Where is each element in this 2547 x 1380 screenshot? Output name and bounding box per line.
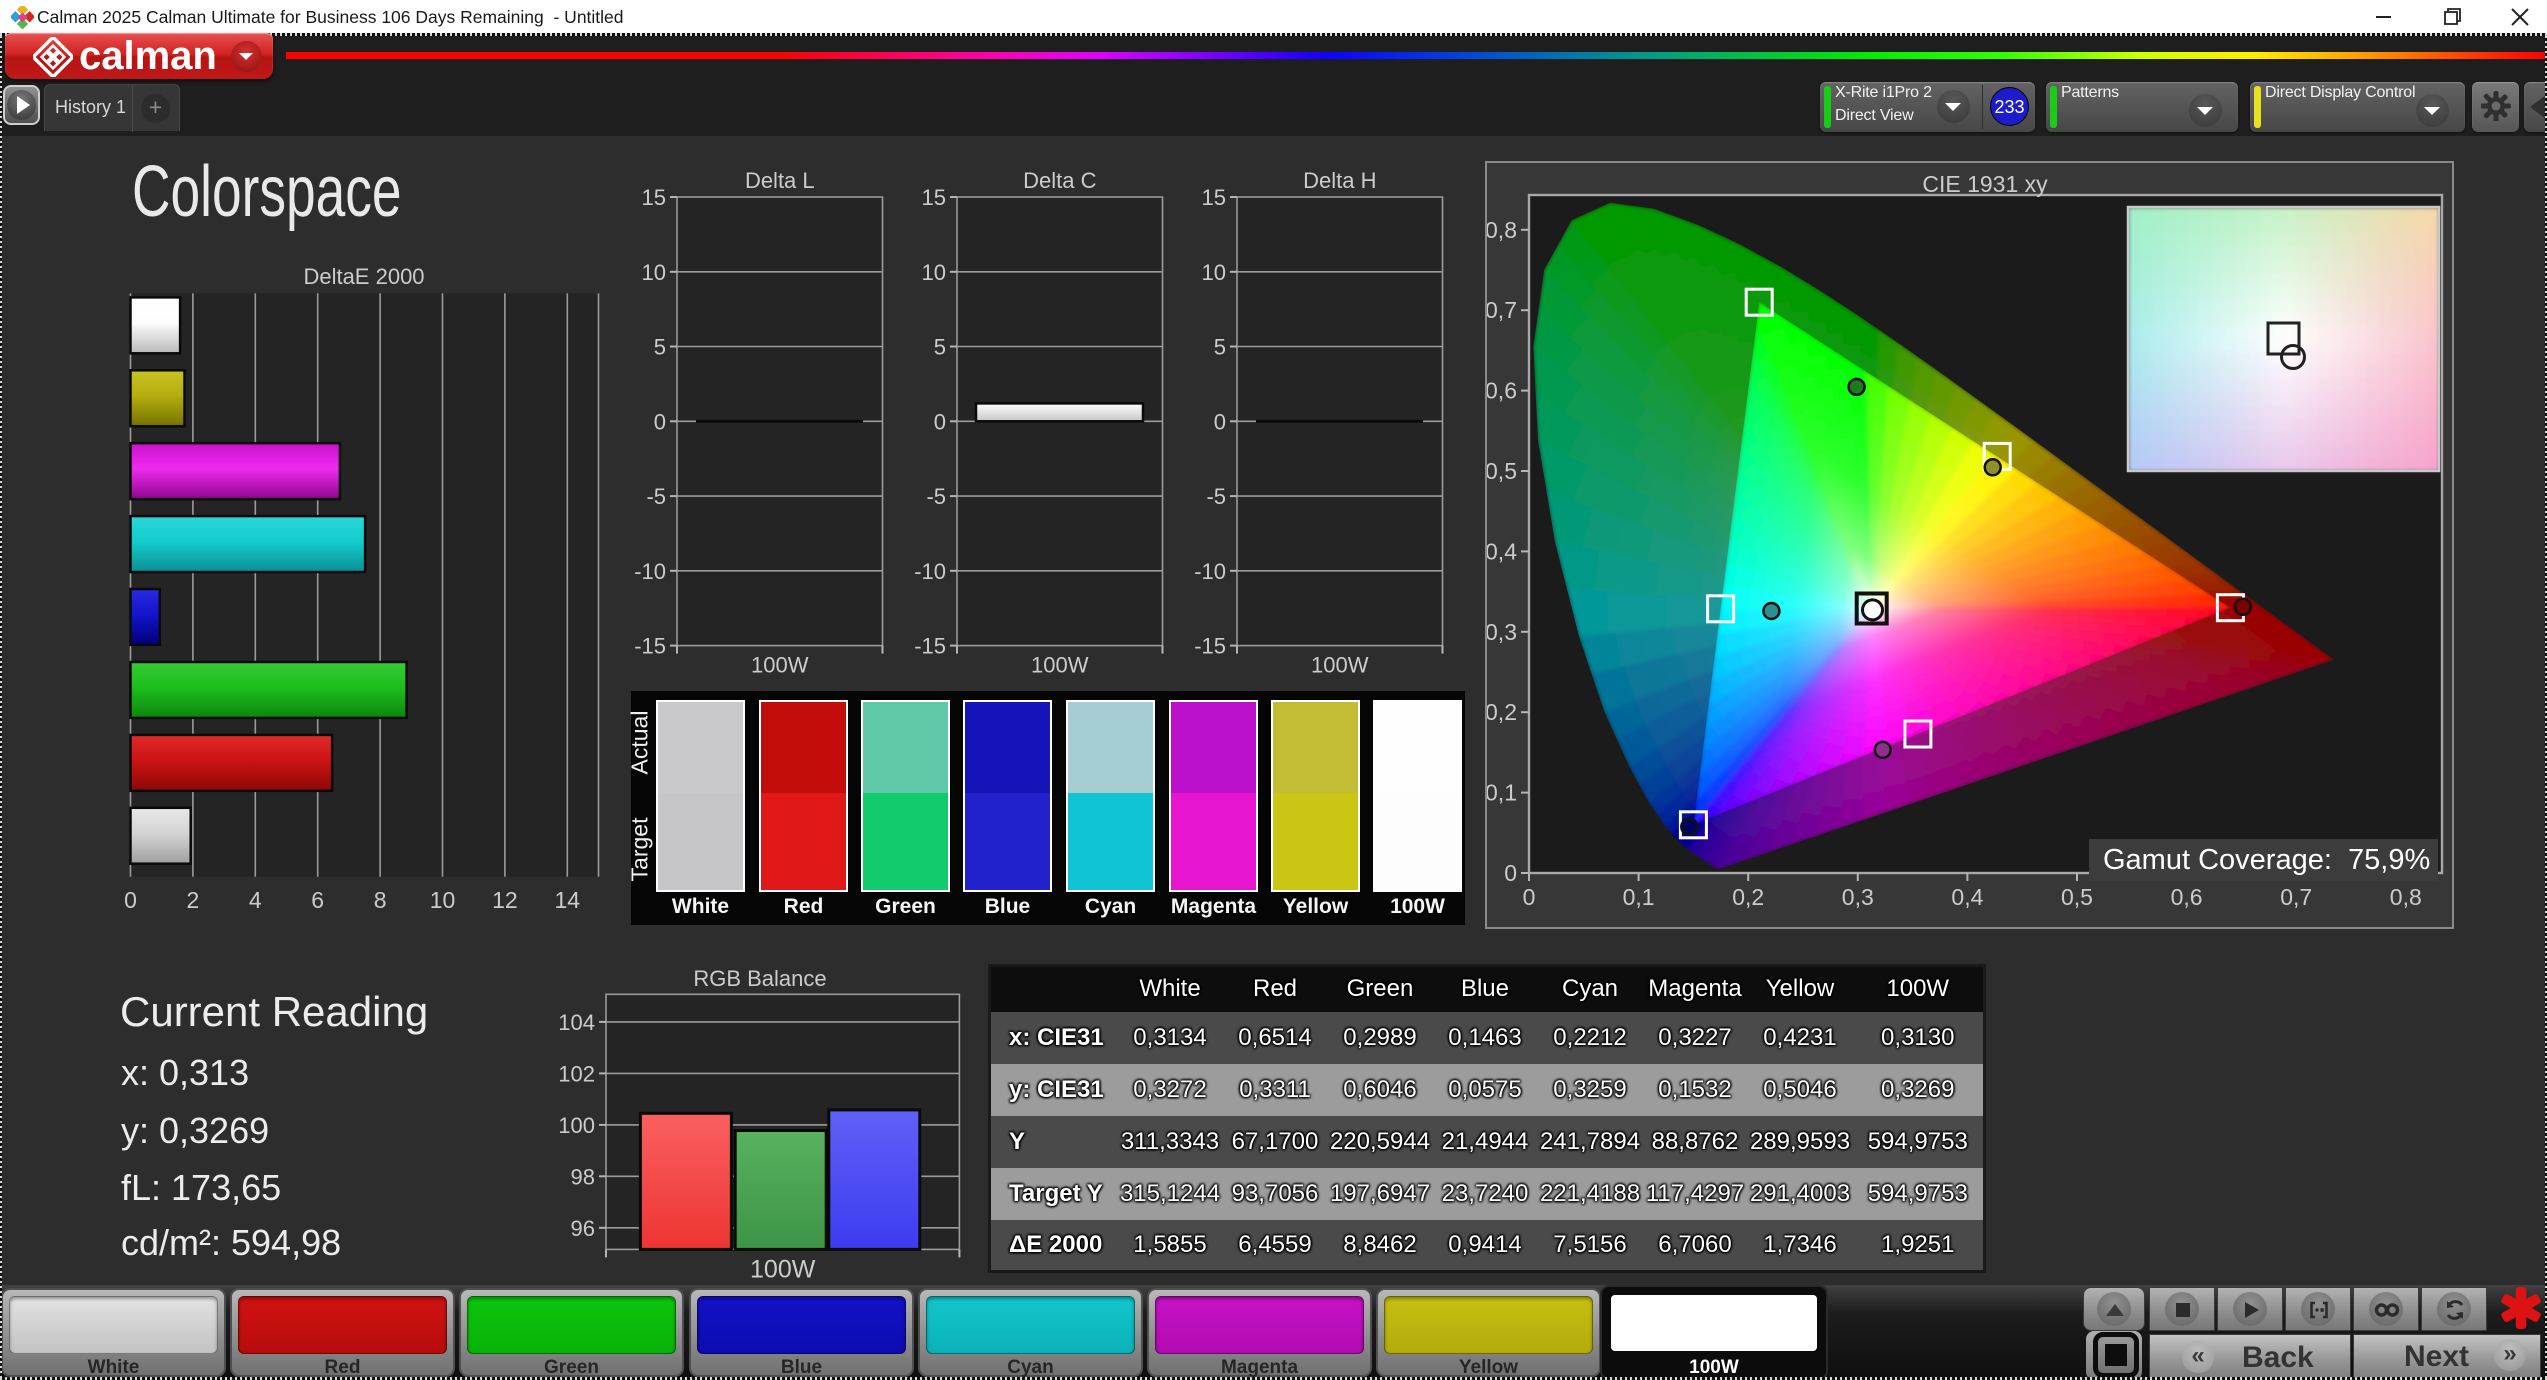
svg-text:4: 4 — [249, 887, 262, 913]
svg-text:15: 15 — [642, 185, 666, 210]
svg-text:-10: -10 — [1194, 559, 1226, 584]
svg-text:0,5: 0,5 — [1487, 458, 1517, 484]
svg-text:0: 0 — [654, 409, 666, 434]
svg-text:100: 100 — [560, 1113, 595, 1138]
svg-text:DeltaE 2000: DeltaE 2000 — [303, 264, 424, 289]
svg-text:0,4: 0,4 — [1487, 538, 1517, 564]
svg-text:2: 2 — [187, 887, 200, 913]
svg-text:-15: -15 — [1194, 634, 1226, 659]
svg-text:100W: 100W — [1031, 653, 1089, 678]
svg-text:0: 0 — [1504, 860, 1517, 886]
svg-text:100W: 100W — [751, 653, 809, 678]
svg-text:Delta C: Delta C — [1023, 168, 1096, 193]
svg-text:0,8: 0,8 — [2390, 884, 2422, 910]
svg-text:0,8: 0,8 — [1487, 217, 1517, 243]
svg-text:5: 5 — [934, 335, 946, 360]
svg-text:0: 0 — [124, 887, 137, 913]
svg-text:-10: -10 — [914, 559, 946, 584]
svg-text:-5: -5 — [926, 484, 946, 509]
svg-text:10: 10 — [430, 887, 456, 913]
svg-text:0,6: 0,6 — [1487, 378, 1517, 404]
svg-text:0,4: 0,4 — [1951, 884, 1983, 910]
svg-text:15: 15 — [1202, 185, 1226, 210]
svg-text:Delta H: Delta H — [1303, 168, 1376, 193]
svg-text:-5: -5 — [646, 484, 666, 509]
svg-text:96: 96 — [571, 1216, 595, 1241]
svg-text:0,2: 0,2 — [1732, 884, 1764, 910]
svg-text:0,7: 0,7 — [2280, 884, 2312, 910]
svg-text:6: 6 — [311, 887, 324, 913]
svg-text:100W: 100W — [1311, 653, 1369, 678]
svg-text:10: 10 — [1202, 260, 1226, 285]
svg-text:0,1: 0,1 — [1623, 884, 1655, 910]
svg-text:102: 102 — [560, 1061, 595, 1086]
svg-text:0,3: 0,3 — [1487, 619, 1517, 645]
svg-text:CIE 1931 xy: CIE 1931 xy — [1922, 171, 2048, 197]
svg-text:98: 98 — [571, 1164, 595, 1189]
svg-text:0: 0 — [934, 409, 946, 434]
svg-text:-5: -5 — [1206, 484, 1226, 509]
svg-text:5: 5 — [1214, 335, 1226, 360]
svg-text:0,3: 0,3 — [1842, 884, 1874, 910]
svg-text:100W: 100W — [750, 1255, 816, 1280]
svg-text:RGB Balance: RGB Balance — [693, 966, 826, 991]
svg-text:0: 0 — [1523, 884, 1536, 910]
svg-text:104: 104 — [560, 1010, 595, 1035]
svg-text:12: 12 — [492, 887, 518, 913]
svg-text:0: 0 — [1214, 409, 1226, 434]
svg-text:0,6: 0,6 — [2171, 884, 2203, 910]
svg-text:-15: -15 — [914, 634, 946, 659]
svg-text:5: 5 — [654, 335, 666, 360]
svg-text:10: 10 — [642, 260, 666, 285]
svg-text:0,1: 0,1 — [1487, 780, 1517, 806]
svg-text:Delta L: Delta L — [745, 168, 815, 193]
svg-text:10: 10 — [922, 260, 946, 285]
svg-text:0,7: 0,7 — [1487, 297, 1517, 323]
svg-text:14: 14 — [555, 887, 581, 913]
svg-text:-15: -15 — [634, 634, 666, 659]
svg-text:8: 8 — [374, 887, 387, 913]
svg-text:15: 15 — [922, 185, 946, 210]
svg-text:0,5: 0,5 — [2061, 884, 2093, 910]
svg-text:-10: -10 — [634, 559, 666, 584]
svg-text:0,2: 0,2 — [1487, 699, 1517, 725]
